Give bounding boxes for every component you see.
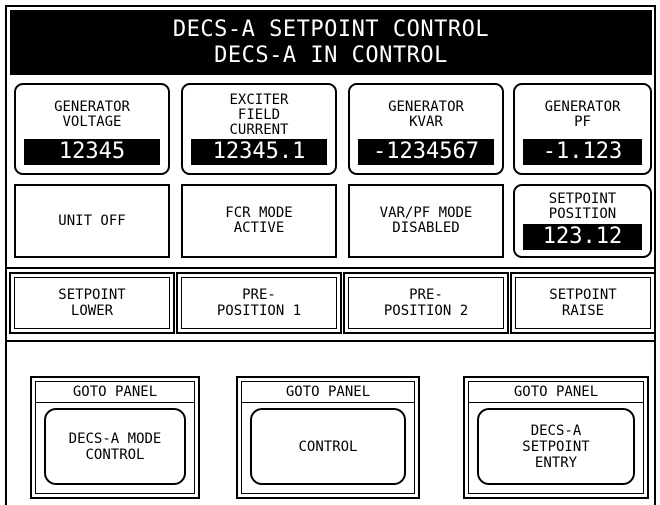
meter-label: GENERATOR VOLTAGE <box>54 99 130 130</box>
goto-panel-label: DECS-A SETPOINT ENTRY <box>477 408 635 485</box>
goto-panel-frame: GOTO PANEL DECS-A MODE CONTROL <box>35 381 195 494</box>
preposition-1-label: PRE- POSITION 1 <box>181 277 337 329</box>
generator-pf-meter: GENERATOR PF -1.123 <box>513 83 652 175</box>
var-pf-mode-indicator: VAR/PF MODE DISABLED <box>348 184 504 258</box>
meter-value: 123.12 <box>523 224 642 250</box>
control-status-title: DECS-A IN CONTROL <box>214 42 448 68</box>
fcr-mode-indicator: FCR MODE ACTIVE <box>181 184 337 258</box>
meter-value: 12345 <box>24 139 160 165</box>
meter-value: 12345.1 <box>191 139 327 165</box>
goto-panel-header-divider <box>36 402 194 403</box>
page-title: DECS-A SETPOINT CONTROL <box>172 16 490 42</box>
goto-decs-a-setpoint-entry-button[interactable]: GOTO PANEL DECS-A SETPOINT ENTRY <box>463 376 649 499</box>
generator-voltage-meter: GENERATOR VOLTAGE 12345 <box>14 83 170 175</box>
divider <box>7 340 656 342</box>
goto-panel-header-divider <box>242 402 414 403</box>
title-bar: DECS-A SETPOINT CONTROL DECS-A IN CONTRO… <box>10 10 652 75</box>
goto-decs-a-mode-control-button[interactable]: GOTO PANEL DECS-A MODE CONTROL <box>30 376 200 499</box>
fcr-mode-label: FCR MODE ACTIVE <box>225 205 293 236</box>
meter-label: EXCITER FIELD CURRENT <box>229 91 289 138</box>
setpoint-raise-label: SETPOINT RAISE <box>515 277 651 329</box>
generator-kvar-meter: GENERATOR KVAR -1234567 <box>348 83 504 175</box>
meter-label: SETPOINT POSITION <box>548 191 617 222</box>
goto-panel-label: DECS-A MODE CONTROL <box>44 408 186 485</box>
goto-panel-header: GOTO PANEL <box>72 384 158 400</box>
preposition-2-button[interactable]: PRE- POSITION 2 <box>343 272 509 334</box>
goto-panel-label: CONTROL <box>250 408 406 485</box>
unit-status-indicator: UNIT OFF <box>14 184 170 258</box>
var-pf-mode-label: VAR/PF MODE DISABLED <box>379 205 473 236</box>
preposition-2-label: PRE- POSITION 2 <box>348 277 504 329</box>
meter-value: -1234567 <box>358 139 494 165</box>
unit-status-label: UNIT OFF <box>58 212 126 229</box>
meter-label: GENERATOR KVAR <box>388 99 464 130</box>
meter-label: GENERATOR PF <box>544 99 621 130</box>
goto-control-button[interactable]: GOTO PANEL CONTROL <box>236 376 420 499</box>
goto-panel-header-divider <box>469 402 643 403</box>
divider <box>7 267 656 269</box>
setpoint-lower-button[interactable]: SETPOINT LOWER <box>9 272 175 334</box>
preposition-1-button[interactable]: PRE- POSITION 1 <box>176 272 342 334</box>
goto-panel-header: GOTO PANEL <box>513 384 599 400</box>
meter-value: -1.123 <box>523 139 642 165</box>
setpoint-lower-label: SETPOINT LOWER <box>14 277 170 329</box>
setpoint-raise-button[interactable]: SETPOINT RAISE <box>510 272 656 334</box>
goto-panel-header: GOTO PANEL <box>285 384 371 400</box>
setpoint-position-meter: SETPOINT POSITION 123.12 <box>513 184 652 258</box>
exciter-field-current-meter: EXCITER FIELD CURRENT 12345.1 <box>181 83 337 175</box>
goto-panel-frame: GOTO PANEL DECS-A SETPOINT ENTRY <box>468 381 644 494</box>
goto-panel-frame: GOTO PANEL CONTROL <box>241 381 415 494</box>
